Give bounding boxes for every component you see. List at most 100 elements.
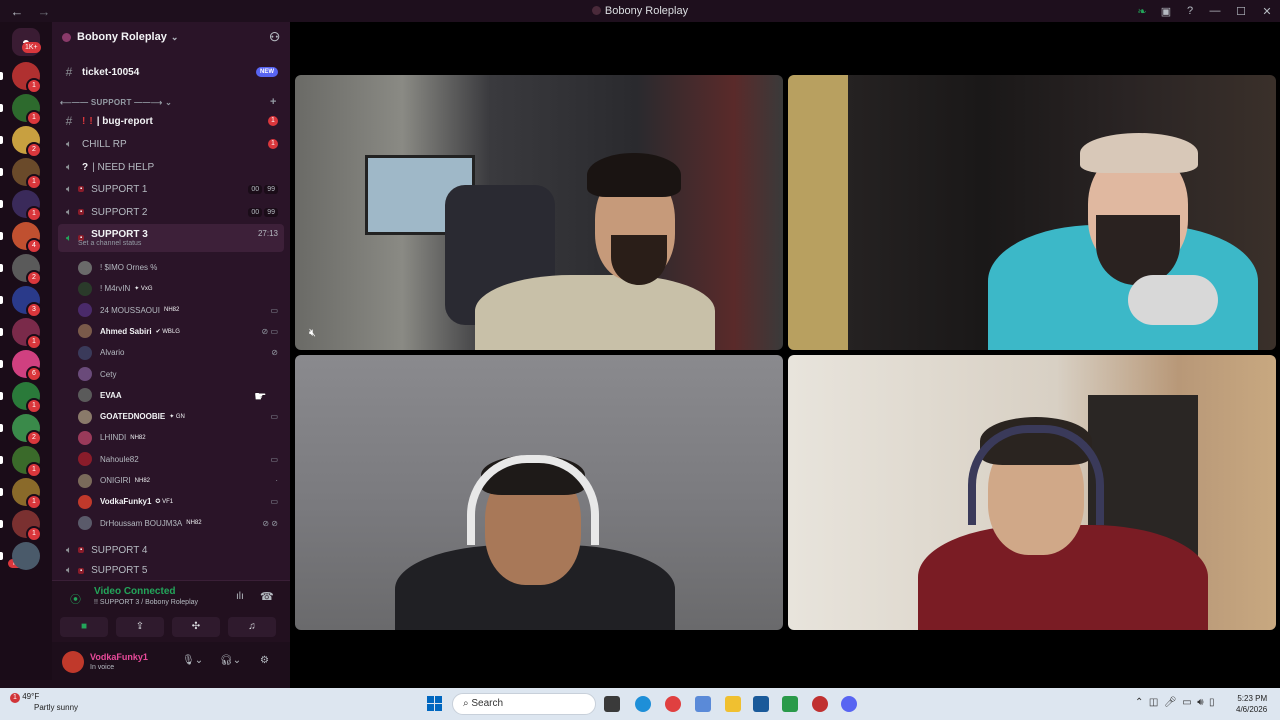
minimize-button[interactable]: — <box>1202 5 1228 17</box>
username[interactable]: VodkaFunky1 <box>90 652 148 662</box>
voice-status[interactable]: Video Connected <box>94 586 176 597</box>
add-channel-icon[interactable]: + <box>270 96 277 108</box>
copilot-icon[interactable] <box>695 696 711 712</box>
avatar <box>78 367 92 381</box>
user-tag: ✔ WBLG <box>155 328 180 335</box>
help-icon[interactable]: ? <box>1178 5 1202 17</box>
hash-icon: # <box>65 65 73 79</box>
mention-badge: 1 <box>26 462 42 478</box>
voice-user[interactable]: Cety <box>78 365 284 384</box>
unread-pip <box>0 200 3 208</box>
forward-arrow-icon[interactable]: → <box>34 4 54 19</box>
voice-user[interactable]: 24 MOUSSAOUI NH82 ▭ <box>78 301 284 320</box>
gear-icon[interactable]: ⚙ <box>260 655 269 666</box>
server-icon <box>62 32 71 42</box>
channel-support-1[interactable]: 🔈︎ ▪ SUPPORT 1 00 99 <box>52 179 290 199</box>
new-badge: NEW <box>256 67 278 77</box>
channel-bug-report[interactable]: # ! ! | bug-report 1 <box>52 111 290 131</box>
mention-badge: 4 <box>26 238 42 254</box>
user-tag: ✦ VxG <box>134 286 153 293</box>
close-button[interactable]: ✕ <box>1254 5 1280 18</box>
sidebar-footer <box>0 680 290 688</box>
voice-user[interactable]: ! M4rvIN ✦ VxG <box>78 279 284 298</box>
app-icon[interactable] <box>782 696 798 712</box>
channel-emoji-icon: ▪ <box>78 186 85 192</box>
channel-support-4[interactable]: 🔈︎ ▪ SUPPORT 4 <box>52 540 290 560</box>
nitro-leaf-icon[interactable]: ❧ <box>1130 5 1154 18</box>
store-icon[interactable] <box>753 696 769 712</box>
category-support[interactable]: ⟵—— SUPPORT ——⟶ ⌄ + <box>60 96 276 108</box>
avatar <box>78 260 92 275</box>
hash-icon: # <box>65 114 73 128</box>
camera-button[interactable]: ■ <box>60 617 108 637</box>
channel-ticket[interactable]: # ticket-10054 NEW <box>52 62 290 82</box>
disconnect-icon[interactable]: ☎ <box>260 590 274 603</box>
mention-badge: 1 <box>26 206 42 222</box>
soundboard-button[interactable]: ♫ <box>228 617 276 637</box>
task-view-icon[interactable] <box>604 696 620 712</box>
voice-status-icons: ⊘ ▭ <box>261 326 278 336</box>
noise-suppression-icon[interactable]: ılı <box>236 591 244 602</box>
voice-user[interactable]: ONIGIRI NH82 · <box>78 471 284 490</box>
video-tile[interactable] <box>788 75 1276 350</box>
speaker-icon: 🔈︎ <box>66 206 72 218</box>
taskbar-search[interactable]: ⌕ Search <box>452 693 596 715</box>
voice-user[interactable]: GOATEDNOOBIE ✦ GN ▭ <box>78 407 284 426</box>
channel-chill-rp[interactable]: 🔈︎ CHILL RP 1 <box>52 134 290 154</box>
edge-icon[interactable] <box>635 696 651 712</box>
voice-user-name: EVAA <box>100 390 122 400</box>
voice-user-name: Nahoule82 <box>100 454 139 464</box>
user-status: In voice <box>90 664 115 671</box>
system-tray[interactable]: ⌃ ◫ 🎤︎ ▭ 🔊︎ ▯ <box>1135 697 1215 708</box>
voice-user[interactable]: Alvario ⊘ <box>78 343 284 362</box>
activities-button[interactable]: ✣ <box>172 617 220 637</box>
unread-pip <box>0 392 3 400</box>
voice-user[interactable]: ! $IMO Ornes % <box>78 258 284 277</box>
voice-user[interactable]: DrHoussam BOUJM3A NH82 ⊘ ⊘ <box>78 514 284 533</box>
voice-user[interactable]: LHINDI NH82 <box>78 428 284 447</box>
avatar <box>78 281 92 296</box>
voice-user-name: Ahmed Sabiri <box>100 326 152 336</box>
voice-channel-path[interactable]: !! SUPPORT 3 / Bobony Roleplay <box>94 599 198 606</box>
avatar <box>78 388 92 403</box>
voice-status-icons: ▭ <box>270 454 278 464</box>
start-button[interactable] <box>427 696 443 712</box>
server-icon[interactable] <box>12 542 40 570</box>
voice-user[interactable]: Ahmed Sabiri ✔ WBLG ⊘ ▭ <box>78 322 284 341</box>
app-icon[interactable] <box>812 696 828 712</box>
server-header[interactable]: Bobony Roleplay ⌄ ⚇ <box>52 22 290 52</box>
voice-user[interactable]: VodkaFunky1 ✪ VF1 ▭ <box>78 492 284 511</box>
voice-connection-panel: ⦿ Video Connected !! SUPPORT 3 / Bobony … <box>52 580 290 642</box>
mention-badge: 1 <box>26 334 42 350</box>
weather-widget[interactable]: 1 49°F Partly sunny <box>10 692 78 712</box>
screen-share-button[interactable]: ⇪ <box>116 617 164 637</box>
back-arrow-icon[interactable]: ← <box>0 4 34 19</box>
inbox-icon[interactable]: ▣ <box>1154 5 1178 18</box>
chrome-icon[interactable] <box>665 696 681 712</box>
avatar[interactable] <box>62 651 84 673</box>
microphone-icon[interactable]: 🎙︎⌄ <box>182 655 203 666</box>
invite-icon[interactable]: ⚇ <box>269 30 280 44</box>
headphones-icon[interactable]: 🎧︎⌄ <box>220 655 241 666</box>
video-tile[interactable]: 🔇︎ <box>295 75 783 350</box>
discord-icon[interactable] <box>841 696 857 712</box>
channel-need-help[interactable]: 🔈︎ ? | NEED HELP <box>52 157 290 177</box>
channel-support-2[interactable]: 🔈︎ ▪ SUPPORT 2 00 99 <box>52 202 290 222</box>
unread-pip <box>0 72 3 80</box>
clock[interactable]: 5:23 PM 4/6/2026 <box>1236 693 1267 715</box>
channel-status[interactable]: Set a channel status <box>78 240 141 247</box>
maximize-button[interactable]: ☐ <box>1228 5 1254 18</box>
signal-icon[interactable]: ⦿ <box>70 591 81 607</box>
voice-user-name: ! M4rvIN <box>100 284 131 294</box>
file-explorer-icon[interactable] <box>725 696 741 712</box>
video-tile[interactable] <box>788 355 1276 630</box>
unread-pip <box>0 488 3 496</box>
mention-badge: 3 <box>26 302 42 318</box>
video-tile[interactable] <box>295 355 783 630</box>
channel-support-5[interactable]: 🔈︎ ▪ SUPPORT 5 <box>52 563 290 578</box>
speaker-icon: 🔈︎ <box>66 161 72 173</box>
voice-user[interactable]: Nahoule82 ▭ <box>78 450 284 469</box>
unread-pip <box>0 456 3 464</box>
channel-support-3[interactable]: 🔈︎ ▪ SUPPORT 3 Set a channel status 27:1… <box>58 224 284 252</box>
chevron-down-icon: ⌄ <box>165 98 173 107</box>
